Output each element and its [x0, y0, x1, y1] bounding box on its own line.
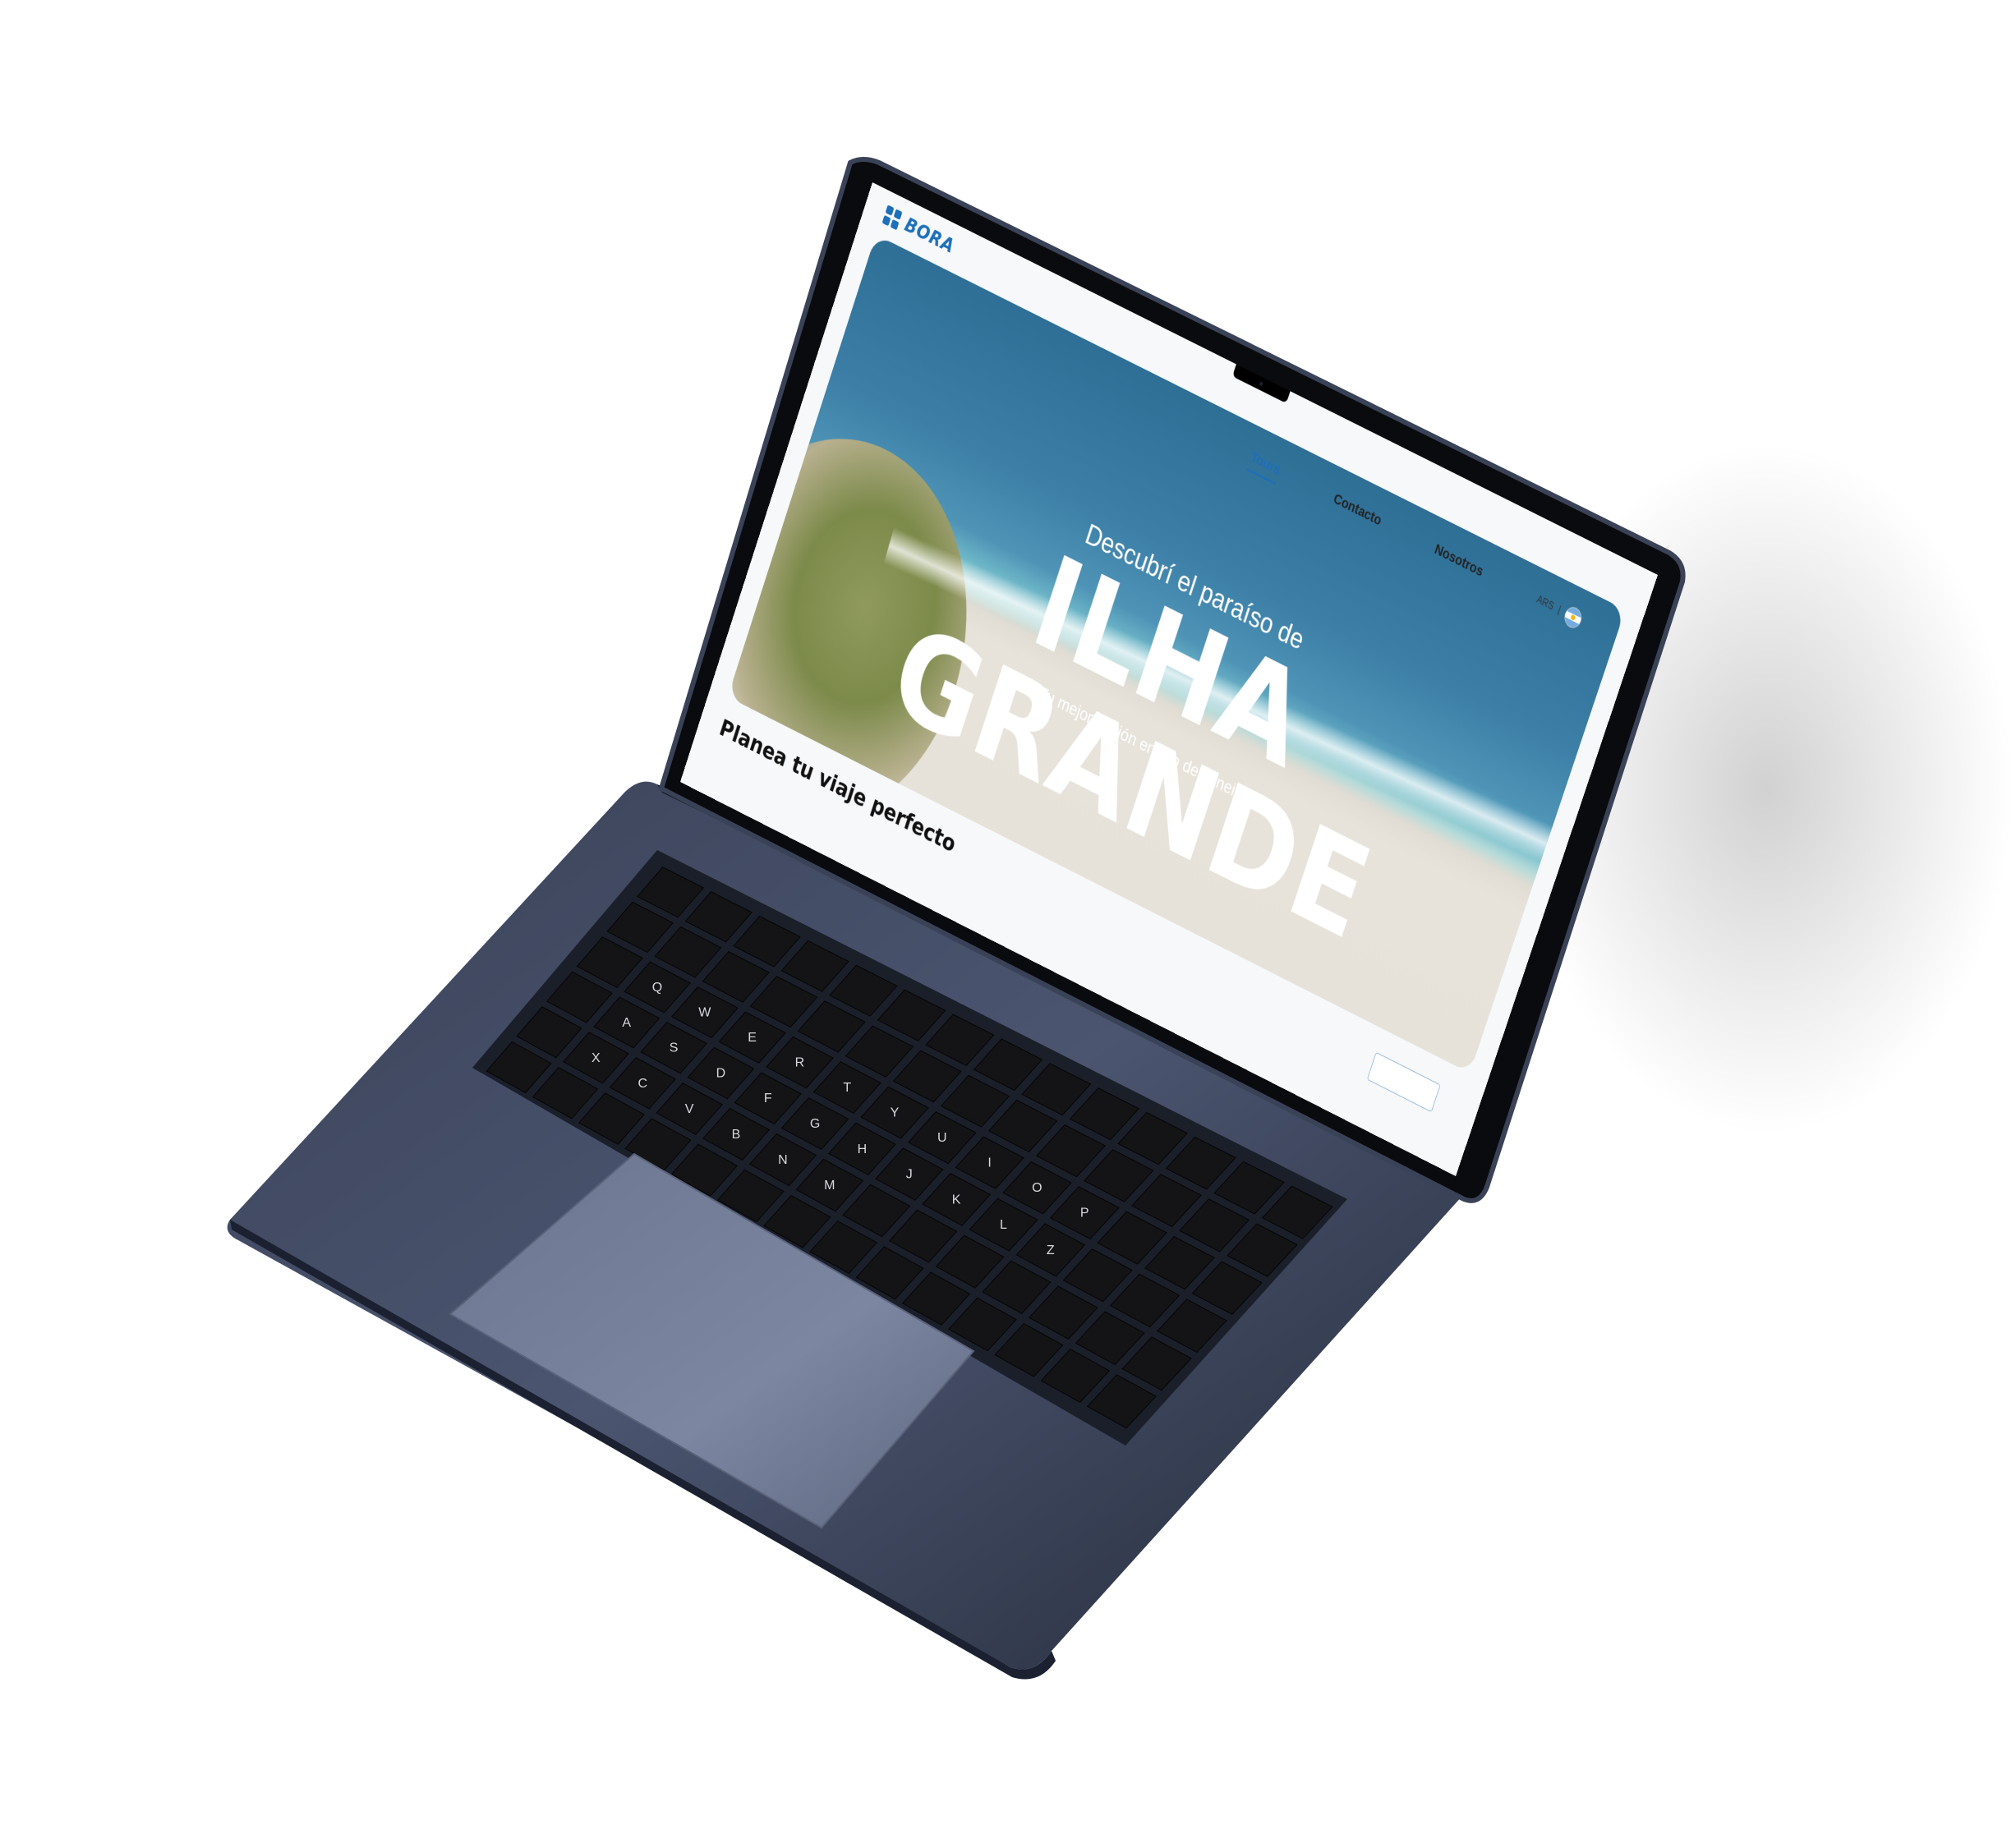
currency-separator: |	[1556, 605, 1562, 617]
nav-nosotros[interactable]: Nosotros	[1433, 540, 1485, 580]
nav-contacto[interactable]: Contacto	[1332, 490, 1383, 530]
section-action-button[interactable]	[1367, 1052, 1441, 1112]
currency-code: ARS	[1535, 594, 1555, 613]
laptop-mockup-stage: QWERTYUIOPASDFGHJKLZXCVBNM BORA Tours Co…	[0, 0, 2016, 1848]
argentina-flag-icon	[1562, 604, 1584, 631]
bora-logo-icon	[881, 203, 904, 232]
nav-tours[interactable]: Tours	[1249, 448, 1283, 479]
currency-selector[interactable]: ARS |	[1534, 590, 1584, 631]
